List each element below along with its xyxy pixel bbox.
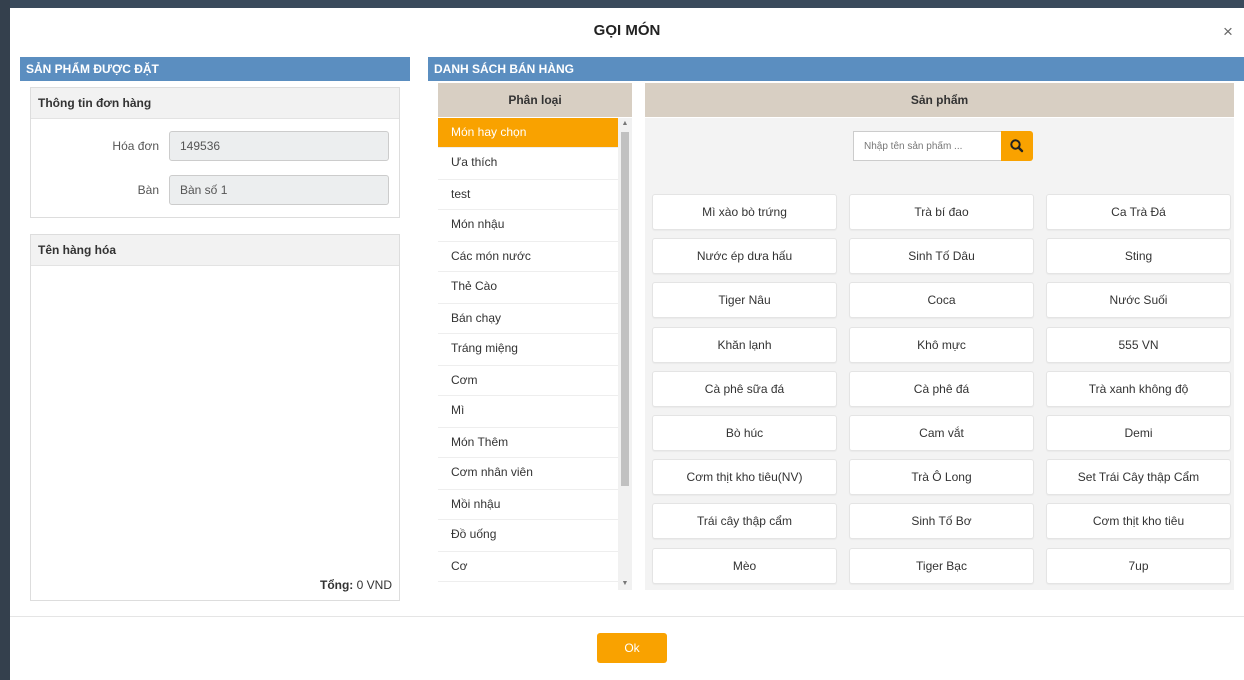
footer-divider — [10, 616, 1244, 617]
product-button[interactable]: Mì xào bò trứng — [652, 194, 837, 230]
category-item[interactable]: Các món nước — [438, 242, 632, 272]
background-page-edge — [0, 0, 10, 680]
product-button[interactable]: Khăn lạnh — [652, 326, 837, 363]
category-item[interactable]: Cơm — [438, 366, 632, 396]
item-list-title: Tên hàng hóa — [31, 235, 399, 266]
product-button[interactable]: Cà phê sữa đá — [652, 370, 837, 407]
order-modal: GỌI MÓN × SẢN PHẨM ĐƯỢC ĐẶT Thông tin đơ… — [10, 8, 1244, 680]
table-field: Bàn số 1 — [169, 175, 389, 205]
product-button[interactable]: Nước Suối — [1046, 282, 1231, 319]
table-row: Bàn Bàn số 1 — [31, 175, 391, 205]
category-column-header: Phân loại — [438, 83, 632, 117]
product-button[interactable]: Cà phê đá — [849, 370, 1034, 407]
search-icon — [1010, 139, 1024, 153]
product-column-header: Sản phẩm — [645, 83, 1234, 117]
invoice-row: Hóa đơn 149536 — [31, 131, 391, 161]
category-scrollbar[interactable]: ▲ ▼ — [618, 118, 632, 590]
invoice-field: 149536 — [169, 131, 389, 161]
product-button[interactable]: Demi — [1046, 415, 1231, 451]
product-button[interactable]: Ca Trà Đá — [1046, 194, 1231, 230]
product-button[interactable]: Trà Ô Long — [849, 459, 1034, 496]
total-label: Tổng: — [319, 578, 354, 592]
total-value: 0 VND — [356, 578, 392, 592]
category-item[interactable]: Mì — [438, 396, 632, 428]
product-button[interactable]: Set Trái Cây thập Cẩm — [1046, 459, 1231, 496]
sales-list-header: DANH SÁCH BÁN HÀNG — [428, 57, 1244, 81]
category-item[interactable]: Ưa thích — [438, 148, 632, 180]
product-button[interactable]: Tiger Bạc — [849, 547, 1034, 584]
product-button[interactable]: Cơm thịt kho tiêu — [1046, 503, 1231, 540]
order-info-box: Thông tin đơn hàng Hóa đơn 149536 Bàn Bà… — [30, 87, 400, 218]
product-button[interactable]: Trà bí đao — [849, 194, 1034, 230]
order-info-title: Thông tin đơn hàng — [31, 88, 399, 119]
category-item[interactable]: Món hay chọn — [438, 118, 632, 148]
category-item[interactable]: Mồi nhậu — [438, 490, 632, 520]
category-item[interactable]: Thẻ Cào — [438, 272, 632, 304]
category-item[interactable]: Cơ — [438, 552, 632, 582]
item-list-box: Tên hàng hóa Tổng: 0 VND — [30, 234, 400, 601]
search-button[interactable] — [1001, 131, 1033, 161]
category-item[interactable]: Tráng miệng — [438, 334, 632, 366]
product-search — [853, 131, 1033, 161]
category-item[interactable]: Bán chạy — [438, 304, 632, 334]
scroll-down-icon[interactable]: ▼ — [618, 578, 632, 590]
order-total: Tổng: 0 VND — [320, 578, 392, 592]
scroll-up-icon[interactable]: ▲ — [618, 118, 632, 130]
category-list: Món hay chọn Ưa thích test Món nhậu Các món … — [438, 118, 632, 590]
table-label: Bàn — [137, 183, 159, 197]
product-button[interactable]: Trái cây thập cẩm — [652, 503, 837, 540]
product-button[interactable]: Sinh Tố Dâu — [849, 238, 1034, 275]
product-button[interactable]: Khô mực — [849, 326, 1034, 363]
product-button[interactable]: Trà xanh không độ — [1046, 370, 1231, 407]
product-button[interactable]: Tiger Nâu — [652, 282, 837, 319]
product-button[interactable]: Coca — [849, 282, 1034, 319]
modal-title: GỌI MÓN — [593, 22, 661, 39]
category-item[interactable]: test — [438, 180, 632, 210]
product-button[interactable]: Bò húc — [652, 415, 837, 451]
product-button[interactable]: 555 VN — [1046, 326, 1231, 363]
ordered-products-header: SẢN PHẨM ĐƯỢC ĐẶT — [20, 57, 410, 81]
category-item[interactable]: Món nhậu — [438, 210, 632, 242]
scrollbar-thumb[interactable] — [621, 132, 629, 486]
category-item[interactable]: Cơm nhân viên — [438, 458, 632, 490]
product-button[interactable]: 7up — [1046, 547, 1231, 584]
product-button[interactable]: Nước ép dưa hấu — [652, 238, 837, 275]
close-icon[interactable]: × — [1220, 23, 1236, 40]
product-button[interactable]: Sinh Tố Bơ — [849, 503, 1034, 540]
product-button[interactable]: Cam vắt — [849, 415, 1034, 451]
category-item[interactable]: Đồ uống — [438, 520, 632, 552]
ok-button[interactable]: Ok — [597, 633, 667, 663]
invoice-label: Hóa đơn — [112, 139, 159, 153]
product-button[interactable]: Mèo — [652, 547, 837, 584]
product-button[interactable]: Sting — [1046, 238, 1231, 275]
product-area: Mì xào bò trứng Trà bí đao Ca Trà Đá Nước é… — [645, 118, 1234, 590]
product-button[interactable]: Cơm thịt kho tiêu(NV) — [652, 459, 837, 496]
modal-header: GỌI MÓN × — [10, 8, 1244, 52]
product-search-input[interactable] — [853, 131, 1001, 161]
category-item[interactable]: Món Thêm — [438, 428, 632, 458]
